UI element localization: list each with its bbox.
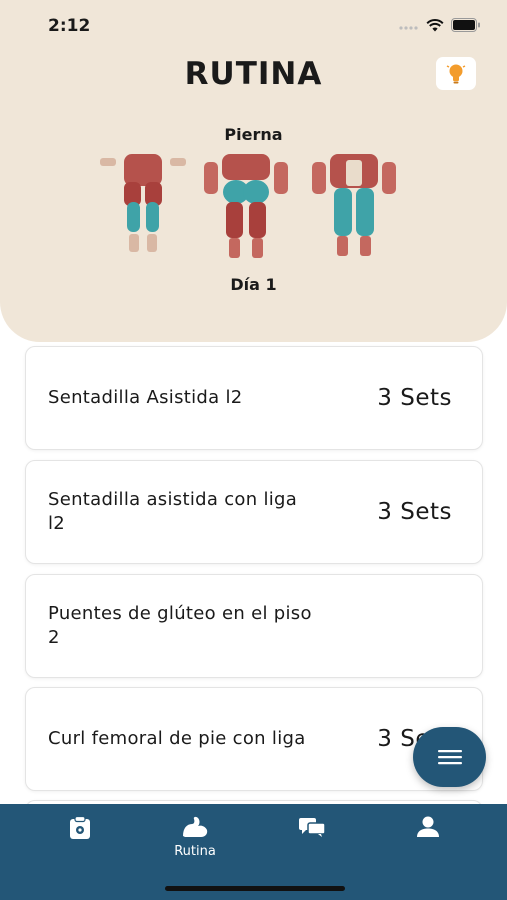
status-time: 2:12 — [48, 16, 91, 36]
menu-icon — [437, 750, 462, 765]
chat-icon — [299, 818, 325, 837]
exercise-name: Sentadilla Asistida l2 — [48, 387, 243, 408]
tab-chat[interactable] — [272, 804, 352, 874]
battery-icon — [451, 18, 480, 32]
exercise-name: Sentadilla asistida con liga l2 — [48, 489, 298, 534]
exercise-card[interactable]: Curl femoral de pie con liga 3 Sets — [25, 687, 483, 791]
exercise-sets: 3 Sets — [377, 385, 452, 411]
tab-rutina[interactable]: Rutina — [155, 804, 235, 874]
status-bar: 2:12 — [0, 0, 507, 50]
tab-bar: Rutina — [0, 804, 507, 900]
page-title: RUTINA — [184, 56, 323, 92]
exercise-card[interactable]: Sentadilla Asistida l2 3 Sets — [25, 346, 483, 450]
muscle-diagram — [100, 154, 396, 258]
menu-fab-button[interactable] — [413, 727, 486, 787]
exercise-name: Curl femoral de pie con liga — [48, 728, 306, 749]
glute-figure — [204, 154, 288, 258]
clipboard-icon — [70, 816, 90, 839]
exercise-card[interactable]: Sentadilla asistida con liga l2 3 Sets — [25, 460, 483, 564]
header: 2:12 RUTINA Pierna Día 1 — [0, 0, 507, 342]
flexed-arm-icon — [183, 816, 208, 837]
day-label: Día 1 — [230, 275, 277, 294]
lightbulb-icon — [446, 64, 466, 83]
tab-profile[interactable] — [388, 804, 468, 874]
tab-plan[interactable] — [40, 804, 120, 874]
tab-label: Rutina — [174, 844, 216, 859]
status-icons — [399, 18, 481, 32]
exercise-card[interactable]: Puentes de glúteo en el piso 2 — [25, 574, 483, 678]
back-figure — [100, 154, 186, 252]
exercise-sets: 3 Sets — [377, 499, 452, 525]
wifi-icon — [426, 18, 444, 31]
muscle-group-label: Pierna — [224, 125, 283, 144]
signal-icon — [399, 26, 418, 30]
front-figure — [312, 154, 396, 256]
tips-button[interactable] — [436, 57, 476, 90]
exercise-name: Puentes de glúteo en el piso 2 — [48, 603, 312, 648]
person-icon — [417, 816, 439, 837]
home-indicator — [165, 886, 345, 891]
